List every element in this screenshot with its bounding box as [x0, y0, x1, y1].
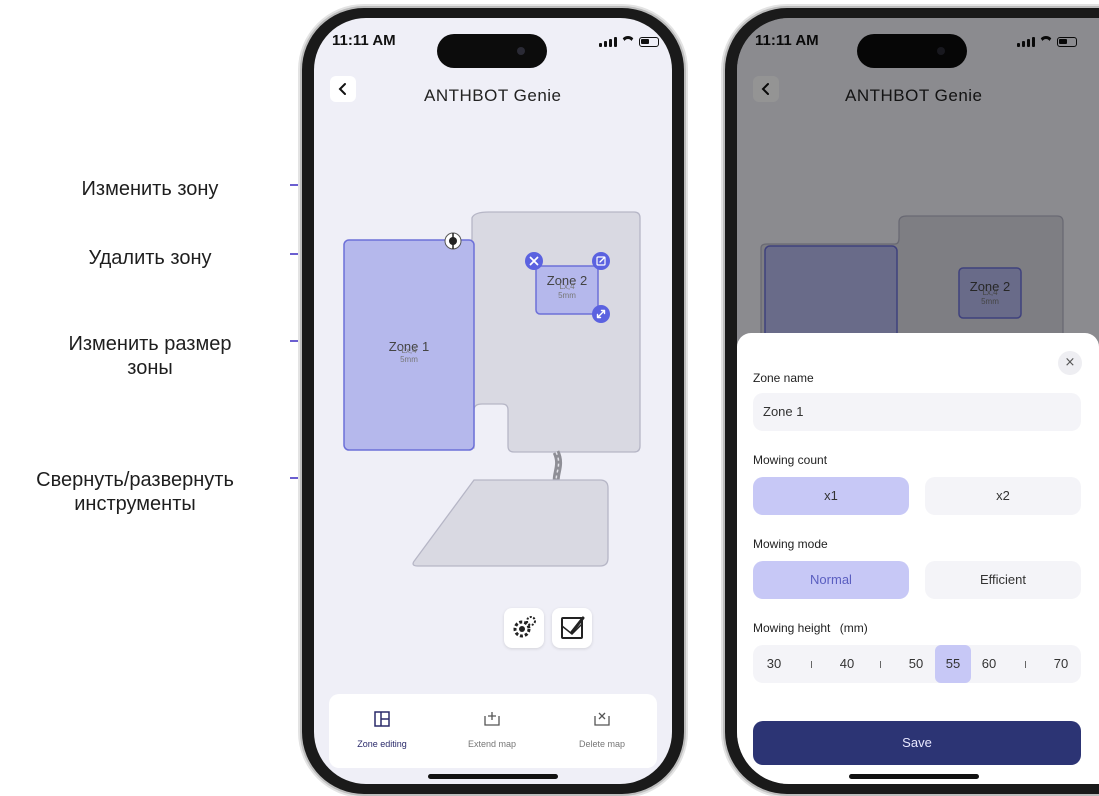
annotation-delete-zone: Удалить зону	[30, 246, 270, 270]
delete-zone-icon[interactable]	[525, 252, 543, 270]
tab-zone-editing-label: Zone editing	[357, 739, 407, 749]
annotation-edit-zone: Изменить зону	[30, 177, 270, 201]
screen-zone-settings: 11:11 AM ANTHBOT Genie Zone 2 Lx,4 5mm ×…	[737, 18, 1099, 784]
zone-1-label: Zone 1 Lx,4 5mm	[344, 340, 474, 365]
mowing-count-label: Mowing count	[753, 453, 828, 467]
mowing-height-value[interactable]: 60	[974, 645, 1004, 683]
zone-settings-sheet: × Zone name Zone 1 Mowing count x1 x2 Mo…	[737, 333, 1099, 784]
phone-side-button	[684, 190, 688, 270]
mowing-height-value[interactable]: 70	[1046, 645, 1076, 683]
close-button[interactable]: ×	[1058, 351, 1082, 375]
back-button[interactable]	[330, 76, 356, 102]
extend-map-icon	[484, 712, 500, 726]
zone-name-field[interactable]: Zone 1	[753, 393, 1081, 431]
annotation-toggle-tools-line1: Свернуть/развернуть	[36, 469, 234, 491]
wifi-icon	[621, 36, 635, 47]
settings-tool-button[interactable]	[504, 608, 544, 648]
mowing-height-value[interactable]: 30	[759, 645, 789, 683]
annotation-edit-zone-text: Изменить зону	[81, 178, 219, 200]
mowing-height-unit: (mm)	[839, 621, 868, 635]
mowing-height-selector[interactable]: 30 40 50 55 60 70	[753, 645, 1081, 683]
mowing-height-value-selected[interactable]: 55	[935, 645, 971, 683]
save-button[interactable]: Save	[753, 721, 1081, 765]
annotation-delete-zone-text: Удалить зону	[88, 247, 212, 269]
bottom-tab-bar: Zone editing Extend map Delete map	[329, 694, 657, 768]
phone-right: 11:11 AM ANTHBOT Genie Zone 2 Lx,4 5mm ×…	[725, 8, 1099, 794]
annotation-resize-zone-line2: зоны	[127, 357, 173, 379]
zone-2-height: 5mm	[558, 291, 576, 300]
height-tick	[880, 661, 881, 668]
signal-icon	[599, 37, 617, 47]
annotation-resize-zone-line1: Изменить размер	[68, 333, 232, 355]
tab-delete-map-label: Delete map	[578, 739, 626, 749]
zone-name-label: Zone name	[753, 371, 814, 385]
zone-editing-icon	[374, 711, 390, 727]
zone-2-sub: Lx,4	[559, 282, 575, 291]
resize-zone-icon[interactable]	[592, 305, 610, 323]
map-edit-icon	[561, 616, 585, 639]
edit-zone-icon[interactable]	[592, 252, 610, 270]
annotation-toggle-tools-line2: инструменты	[74, 493, 196, 515]
mowing-count-option-x1[interactable]: x1	[753, 477, 909, 515]
status-time: 11:11 AM	[332, 32, 396, 49]
chevron-left-icon	[338, 83, 346, 95]
tab-extend-map-label: Extend map	[467, 739, 517, 749]
screen-map-editor: 11:11 AM ANTHBOT Genie Zone 1 Lx,4 5mm Z…	[314, 18, 672, 784]
phone-left: 11:11 AM ANTHBOT Genie Zone 1 Lx,4 5mm Z…	[302, 8, 684, 794]
mowing-mode-option-efficient[interactable]: Efficient	[925, 561, 1081, 599]
mowing-count-option-x2[interactable]: x2	[925, 477, 1081, 515]
lawn-map	[343, 211, 641, 567]
height-tick	[1025, 661, 1026, 668]
tab-zone-editing[interactable]: Zone editing	[337, 710, 427, 749]
status-icons	[599, 36, 659, 47]
zone-1-sub: Lx,4	[401, 346, 417, 355]
annotation-toggle-tools: Свернуть/развернуть инструменты	[0, 468, 270, 516]
mowing-height-label-text: Mowing height	[753, 621, 831, 635]
annotation-resize-zone: Изменить размер зоны	[30, 332, 270, 380]
tab-extend-map[interactable]: Extend map	[447, 710, 537, 749]
charging-station-icon	[444, 232, 462, 250]
home-indicator	[428, 774, 558, 779]
edit-map-tool-button[interactable]	[552, 608, 592, 648]
tab-delete-map[interactable]: Delete map	[557, 710, 647, 749]
battery-icon	[639, 37, 659, 47]
dynamic-island	[437, 34, 547, 68]
zone-2-label: Zone 2 Lx,4 5mm	[536, 274, 598, 301]
page-title: ANTHBOT Genie	[424, 86, 562, 105]
home-indicator	[849, 774, 979, 779]
delete-map-icon	[594, 712, 610, 726]
mowing-mode-option-normal[interactable]: Normal	[753, 561, 909, 599]
map-lower-area	[412, 479, 609, 567]
gear-icon	[513, 616, 536, 638]
mowing-height-value[interactable]: 40	[832, 645, 862, 683]
mowing-mode-label: Mowing mode	[753, 537, 828, 551]
zone-1-height: 5mm	[400, 355, 418, 364]
mowing-height-value[interactable]: 50	[901, 645, 931, 683]
height-tick	[811, 661, 812, 668]
mowing-height-label: Mowing height (mm)	[753, 621, 868, 635]
